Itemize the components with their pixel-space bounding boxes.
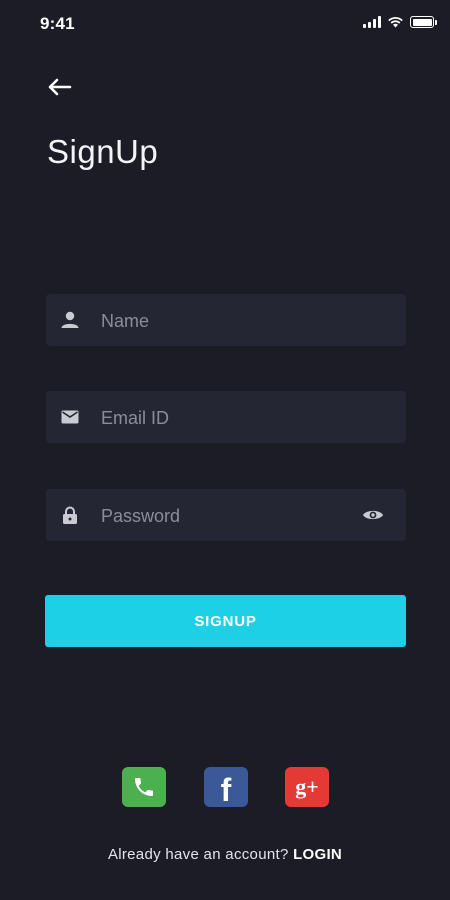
eye-icon[interactable] [362,505,384,525]
battery-fill [412,18,432,26]
facebook-icon: f [220,772,232,808]
signal-icon [363,16,381,28]
facebook-login-button[interactable]: f [204,767,248,807]
name-input[interactable] [99,294,363,348]
password-input[interactable] [99,489,363,543]
login-prompt: Already have an account? LOGIN [0,846,450,863]
mail-icon [60,407,80,427]
google-plus-login-button[interactable]: g+ [285,767,329,807]
login-link[interactable]: LOGIN [293,846,342,863]
login-prompt-text: Already have an account? [107,846,289,863]
status-time: 9:41 [40,14,75,33]
signup-button[interactable]: SIGNUP [45,595,406,647]
name-field-container [46,294,406,348]
password-field-container [46,489,406,543]
person-icon [60,310,80,330]
battery-icon [410,16,437,28]
email-field-container [46,391,406,445]
google-plus-icon: g+ [295,774,319,799]
lock-icon [60,505,80,525]
email-input[interactable] [99,391,363,445]
arrow-left-icon [48,78,72,96]
status-bar: 9:41 [0,0,450,48]
wifi-icon [388,17,403,28]
status-icons [363,16,437,28]
back-button[interactable] [46,74,76,100]
phone-login-button[interactable] [122,767,166,807]
phone-icon [135,778,153,796]
page-title: SignUp [47,133,159,170]
